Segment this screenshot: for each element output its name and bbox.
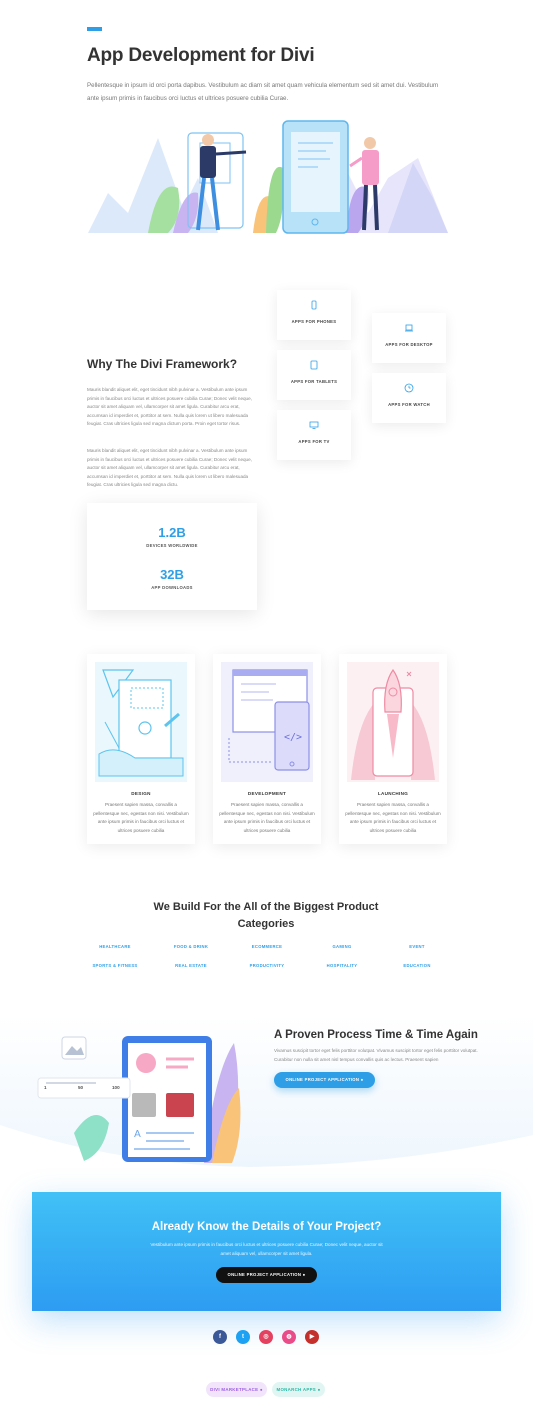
app-card-tablets[interactable]: APPS FOR TABLETS	[277, 350, 351, 400]
accent-bar	[87, 27, 102, 31]
category-link[interactable]: REAL ESTATE	[156, 963, 226, 968]
stat-value: 1.2B	[158, 525, 186, 540]
category-link[interactable]: ECOMMERCE	[232, 944, 302, 949]
clock-icon	[404, 383, 414, 393]
process-title: DESIGN	[131, 791, 151, 796]
category-link[interactable]: EVENT	[382, 944, 452, 949]
app-card-watch[interactable]: APPS FOR WATCH	[372, 373, 446, 423]
launching-illustration	[347, 662, 439, 782]
why-paragraph-1: Mauris blandit aliquet elit, eget tincid…	[87, 387, 252, 427]
category-link[interactable]: GAMING	[307, 944, 377, 949]
design-illustration	[95, 662, 187, 782]
category-link[interactable]: SPORTS & FITNESS	[80, 963, 150, 968]
stat-value: 32B	[160, 567, 184, 582]
phone-icon	[311, 300, 317, 310]
youtube-icon[interactable]: ▶	[305, 1330, 319, 1344]
development-illustration: </>	[221, 662, 313, 782]
process-card-development: </> DEVELOPMENT Praesent sapien massa, c…	[213, 654, 321, 844]
category-link[interactable]: HOSPITALITY	[307, 963, 377, 968]
app-card-label: APPS FOR TV	[298, 439, 330, 444]
slider-min: 1	[44, 1085, 47, 1090]
facebook-icon[interactable]: f	[213, 1330, 227, 1344]
process-text: Praesent sapien massa, convallis a pelle…	[93, 802, 189, 833]
cta-text: Vestibulum ante ipsum primis in faucibus…	[150, 1242, 383, 1256]
pill-label: MONARCH APPS	[276, 1387, 317, 1392]
app-card-tv[interactable]: APPS FOR TV	[277, 410, 351, 460]
category-link[interactable]: PRODUCTIVITY	[232, 963, 302, 968]
arrow-icon: ●	[360, 1077, 364, 1082]
hero-illustration	[88, 120, 448, 234]
proven-title: A Proven Process Time & Time Again	[274, 1029, 478, 1041]
category-link[interactable]: FOOD & DRINK	[156, 944, 226, 949]
cta-application-button[interactable]: ONLINE PROJECT APPLICATION ●	[216, 1267, 317, 1283]
stats-card: 1.2B DEVICES WORLDWIDE 32B APP DOWNLOADS	[87, 503, 257, 610]
process-title: LAUNCHING	[377, 791, 409, 796]
stat-label: DEVICES WORLDWIDE	[146, 543, 198, 548]
cta-banner: Already Know the Details of Your Project…	[32, 1192, 501, 1311]
proven-text: Vivamus suscipit tortor eget felis portt…	[274, 1048, 478, 1062]
arrow-icon: ●	[302, 1272, 306, 1277]
divi-marketplace-link[interactable]: DIVI MARKETPLACE ●	[206, 1382, 267, 1397]
hero-text: Pellentesque in ipsum id orci porta dapi…	[87, 82, 439, 102]
app-card-label: APPS FOR WATCH	[388, 402, 430, 407]
proven-illustration: A	[37, 1036, 241, 1163]
instagram-icon[interactable]: ◎	[259, 1330, 273, 1344]
stat-downloads: 32B APP DOWNLOADS	[87, 567, 257, 590]
slider-mid: 50	[78, 1085, 84, 1090]
category-link[interactable]: EDUCATION	[382, 963, 452, 968]
app-card-label: APPS FOR PHONES	[291, 319, 337, 324]
categories-title: We Build For the All of the Biggest Prod…	[153, 901, 379, 930]
online-application-button[interactable]: ONLINE PROJECT APPLICATION ●	[274, 1072, 375, 1088]
app-card-desktop[interactable]: APPS FOR DESKTOP	[372, 313, 446, 363]
dot-icon: ●	[317, 1387, 321, 1392]
pill-label: DIVI MARKETPLACE	[210, 1387, 259, 1392]
app-card-phones[interactable]: APPS FOR PHONES	[277, 290, 351, 340]
process-card-launching: LAUNCHING Praesent sapien massa, convall…	[339, 654, 447, 844]
process-card-design: DESIGN Praesent sapien massa, convallis …	[87, 654, 195, 844]
button-label: ONLINE PROJECT APPLICATION	[285, 1077, 360, 1082]
tablet-icon	[310, 360, 318, 370]
process-text: Praesent sapien massa, convallis a pelle…	[219, 802, 315, 833]
slider-max: 100	[112, 1085, 120, 1090]
monarch-apps-link[interactable]: MONARCH APPS ●	[272, 1382, 325, 1397]
dribbble-icon[interactable]: ◍	[282, 1330, 296, 1344]
laptop-icon	[405, 324, 413, 332]
app-card-label: APPS FOR TABLETS	[290, 379, 338, 384]
stat-label: APP DOWNLOADS	[151, 585, 193, 590]
tv-icon	[309, 421, 319, 429]
process-text: Praesent sapien massa, convallis a pelle…	[345, 802, 441, 833]
cta-title: Already Know the Details of Your Project…	[151, 1221, 382, 1233]
dot-icon: ●	[259, 1387, 263, 1392]
process-title: DEVELOPMENT	[247, 791, 287, 796]
why-paragraph-2: Mauris blandit aliquet elit, eget tincid…	[87, 448, 252, 488]
app-card-label: APPS FOR DESKTOP	[385, 342, 433, 347]
twitter-icon[interactable]: t	[236, 1330, 250, 1344]
why-title: Why The Divi Framework?	[87, 357, 238, 371]
page-title: App Development for Divi	[87, 45, 315, 66]
svg-text:</>: </>	[284, 732, 302, 743]
button-label: ONLINE PROJECT APPLICATION	[227, 1272, 302, 1277]
category-link[interactable]: HEALTHCARE	[80, 944, 150, 949]
svg-text:A: A	[134, 1129, 141, 1140]
stat-devices: 1.2B DEVICES WORLDWIDE	[87, 525, 257, 548]
